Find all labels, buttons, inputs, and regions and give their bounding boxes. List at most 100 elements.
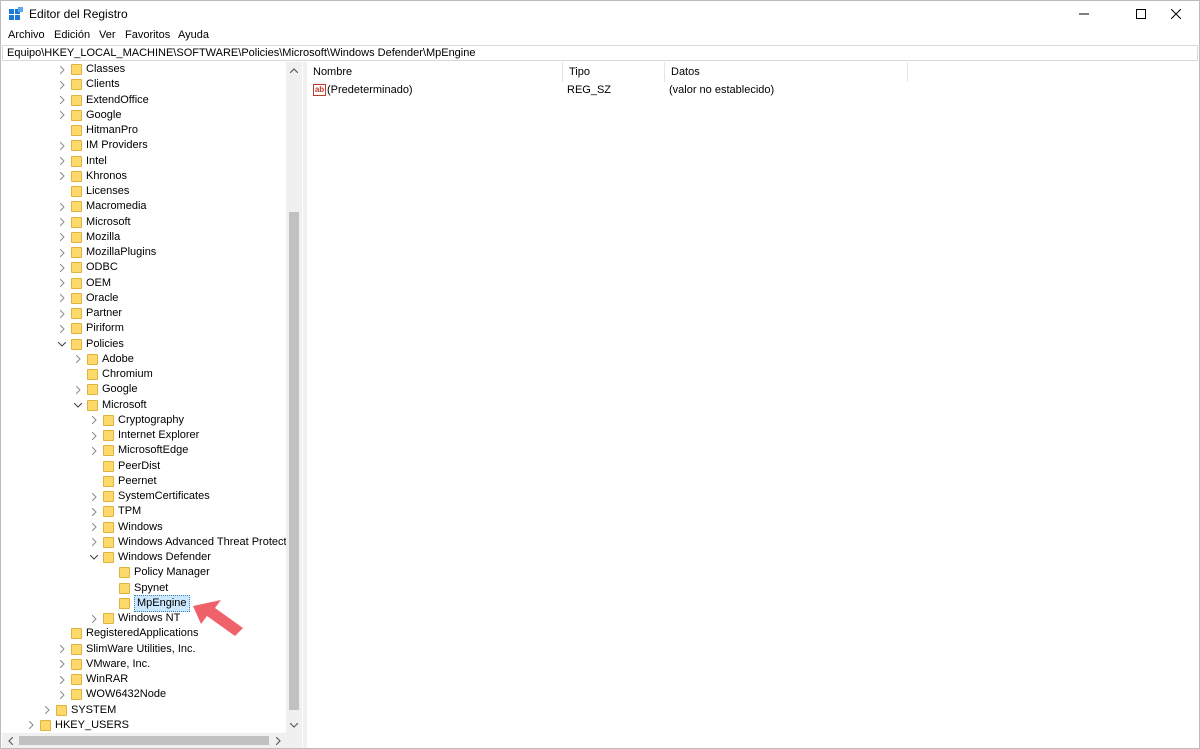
collapse-chevron-icon[interactable] xyxy=(57,337,67,352)
tree-node-mozillaplugins[interactable]: MozillaPlugins xyxy=(57,245,156,260)
tree-node-systemcertificates[interactable]: SystemCertificates xyxy=(89,489,210,504)
tree-node-windows-nt[interactable]: Windows NT xyxy=(89,611,180,626)
tree-node-hkey-users[interactable]: HKEY_USERS xyxy=(26,718,129,733)
minimize-button[interactable] xyxy=(1061,1,1107,27)
scroll-right-button[interactable] xyxy=(270,733,286,748)
scroll-left-button[interactable] xyxy=(2,733,18,748)
expand-chevron-icon[interactable] xyxy=(57,642,67,657)
tree-node-licenses[interactable]: Licenses xyxy=(57,184,129,199)
expand-chevron-icon[interactable] xyxy=(57,321,67,336)
tree-node-partner[interactable]: Partner xyxy=(57,306,122,321)
tree-node-microsoft[interactable]: Microsoft xyxy=(57,215,131,230)
expand-chevron-icon[interactable] xyxy=(57,169,67,184)
expand-chevron-icon[interactable] xyxy=(89,428,99,443)
tree-node-classes[interactable]: Classes xyxy=(57,62,125,77)
tree-node-internet-explorer[interactable]: Internet Explorer xyxy=(89,428,199,443)
scroll-down-button[interactable] xyxy=(286,717,302,733)
close-button[interactable] xyxy=(1153,1,1199,27)
expand-chevron-icon[interactable] xyxy=(89,413,99,428)
expand-chevron-icon[interactable] xyxy=(73,352,83,367)
title-bar[interactable]: Editor del Registro xyxy=(1,1,1199,27)
column-header-datos[interactable]: Datos xyxy=(665,62,908,82)
scroll-thumb[interactable] xyxy=(289,212,299,710)
tree-node-oracle[interactable]: Oracle xyxy=(57,291,118,306)
tree-node-windows-advanced-threat-protection[interactable]: Windows Advanced Threat Protection xyxy=(89,535,301,550)
tree-node-cryptography[interactable]: Cryptography xyxy=(89,413,184,428)
expand-chevron-icon[interactable] xyxy=(57,687,67,702)
tree-node-hitmanpro[interactable]: HitmanPro xyxy=(57,123,138,138)
collapse-chevron-icon[interactable] xyxy=(73,398,83,413)
tree-node-chromium[interactable]: Chromium xyxy=(73,367,153,382)
expand-chevron-icon[interactable] xyxy=(57,215,67,230)
values-list[interactable]: Nombre Tipo Datos ab (Predeterminado) REG… xyxy=(307,62,1199,748)
tree-node-google[interactable]: Google xyxy=(57,108,121,123)
menu-archivo[interactable]: Archivo xyxy=(7,29,46,41)
tree-node-extendoffice[interactable]: ExtendOffice xyxy=(57,93,149,108)
expand-chevron-icon[interactable] xyxy=(89,611,99,626)
tree-node-system[interactable]: SYSTEM xyxy=(42,703,116,718)
expand-chevron-icon[interactable] xyxy=(57,138,67,153)
expand-chevron-icon[interactable] xyxy=(57,230,67,245)
menu-ayuda[interactable]: Ayuda xyxy=(177,29,210,41)
tree-node-macromedia[interactable]: Macromedia xyxy=(57,199,147,214)
menu-edicion[interactable]: Edición xyxy=(53,29,91,41)
expand-chevron-icon[interactable] xyxy=(57,291,67,306)
tree-node-slimware-utilities-inc[interactable]: SlimWare Utilities, Inc. xyxy=(57,642,196,657)
expand-chevron-icon[interactable] xyxy=(57,77,67,92)
scroll-up-button[interactable] xyxy=(286,62,302,78)
tree-node-clients[interactable]: Clients xyxy=(57,77,120,92)
tree-node-odbc[interactable]: ODBC xyxy=(57,260,118,275)
expand-chevron-icon[interactable] xyxy=(89,489,99,504)
collapse-chevron-icon[interactable] xyxy=(89,550,99,565)
tree-node-mozilla[interactable]: Mozilla xyxy=(57,230,120,245)
menu-ver[interactable]: Ver xyxy=(98,29,117,41)
tree-node-google[interactable]: Google xyxy=(73,382,137,397)
tree-node-adobe[interactable]: Adobe xyxy=(73,352,134,367)
expand-chevron-icon[interactable] xyxy=(57,154,67,169)
tree-node-tpm[interactable]: TPM xyxy=(89,504,141,519)
expand-chevron-icon[interactable] xyxy=(57,306,67,321)
tree-node-im-providers[interactable]: IM Providers xyxy=(57,138,148,153)
column-header-tipo[interactable]: Tipo xyxy=(563,62,665,82)
tree-node-microsoftedge[interactable]: MicrosoftEdge xyxy=(89,443,188,458)
expand-chevron-icon[interactable] xyxy=(57,62,67,77)
tree-node-intel[interactable]: Intel xyxy=(57,154,107,169)
tree-node-policy-manager[interactable]: Policy Manager xyxy=(105,565,210,580)
tree-node-windows[interactable]: Windows xyxy=(89,520,163,535)
expand-chevron-icon[interactable] xyxy=(26,718,36,733)
expand-chevron-icon[interactable] xyxy=(73,382,83,397)
expand-chevron-icon[interactable] xyxy=(57,199,67,214)
column-header-nombre[interactable]: Nombre xyxy=(307,62,563,82)
expand-chevron-icon[interactable] xyxy=(57,672,67,687)
expand-chevron-icon[interactable] xyxy=(89,520,99,535)
value-row-name[interactable]: ab (Predeterminado) xyxy=(313,82,413,99)
tree-node-winrar[interactable]: WinRAR xyxy=(57,672,128,687)
expand-chevron-icon[interactable] xyxy=(42,703,52,718)
tree-node-microsoft[interactable]: Microsoft xyxy=(73,398,147,413)
tree-node-peernet[interactable]: Peernet xyxy=(89,474,157,489)
menu-favoritos[interactable]: Favoritos xyxy=(124,29,171,41)
tree-node-oem[interactable]: OEM xyxy=(57,276,111,291)
expand-chevron-icon[interactable] xyxy=(89,504,99,519)
tree-node-mpengine[interactable]: MpEngine xyxy=(105,594,190,612)
tree-node-windows-defender[interactable]: Windows Defender xyxy=(89,550,211,565)
expand-chevron-icon[interactable] xyxy=(89,443,99,458)
tree-node-khronos[interactable]: Khronos xyxy=(57,169,127,184)
address-path[interactable]: Equipo\HKEY_LOCAL_MACHINE\SOFTWARE\Polic… xyxy=(7,47,475,59)
expand-chevron-icon[interactable] xyxy=(57,108,67,123)
tree-horizontal-scrollbar[interactable] xyxy=(2,733,286,748)
expand-chevron-icon[interactable] xyxy=(57,93,67,108)
tree-node-vmware-inc[interactable]: VMware, Inc. xyxy=(57,657,150,672)
tree-node-registeredapplications[interactable]: RegisteredApplications xyxy=(57,626,199,641)
scroll-thumb-horizontal[interactable] xyxy=(19,736,269,745)
tree-node-spynet[interactable]: Spynet xyxy=(105,581,168,596)
expand-chevron-icon[interactable] xyxy=(89,535,99,550)
key-tree[interactable]: Classes Clients ExtendOffice Google HitmanPr… xyxy=(2,62,302,748)
expand-chevron-icon[interactable] xyxy=(57,657,67,672)
tree-node-wow6432node[interactable]: WOW6432Node xyxy=(57,687,166,702)
expand-chevron-icon[interactable] xyxy=(57,245,67,260)
tree-node-peerdist[interactable]: PeerDist xyxy=(89,459,160,474)
address-bar[interactable]: Equipo\HKEY_LOCAL_MACHINE\SOFTWARE\Polic… xyxy=(2,45,1198,61)
expand-chevron-icon[interactable] xyxy=(57,260,67,275)
tree-node-piriform[interactable]: Piriform xyxy=(57,321,124,336)
